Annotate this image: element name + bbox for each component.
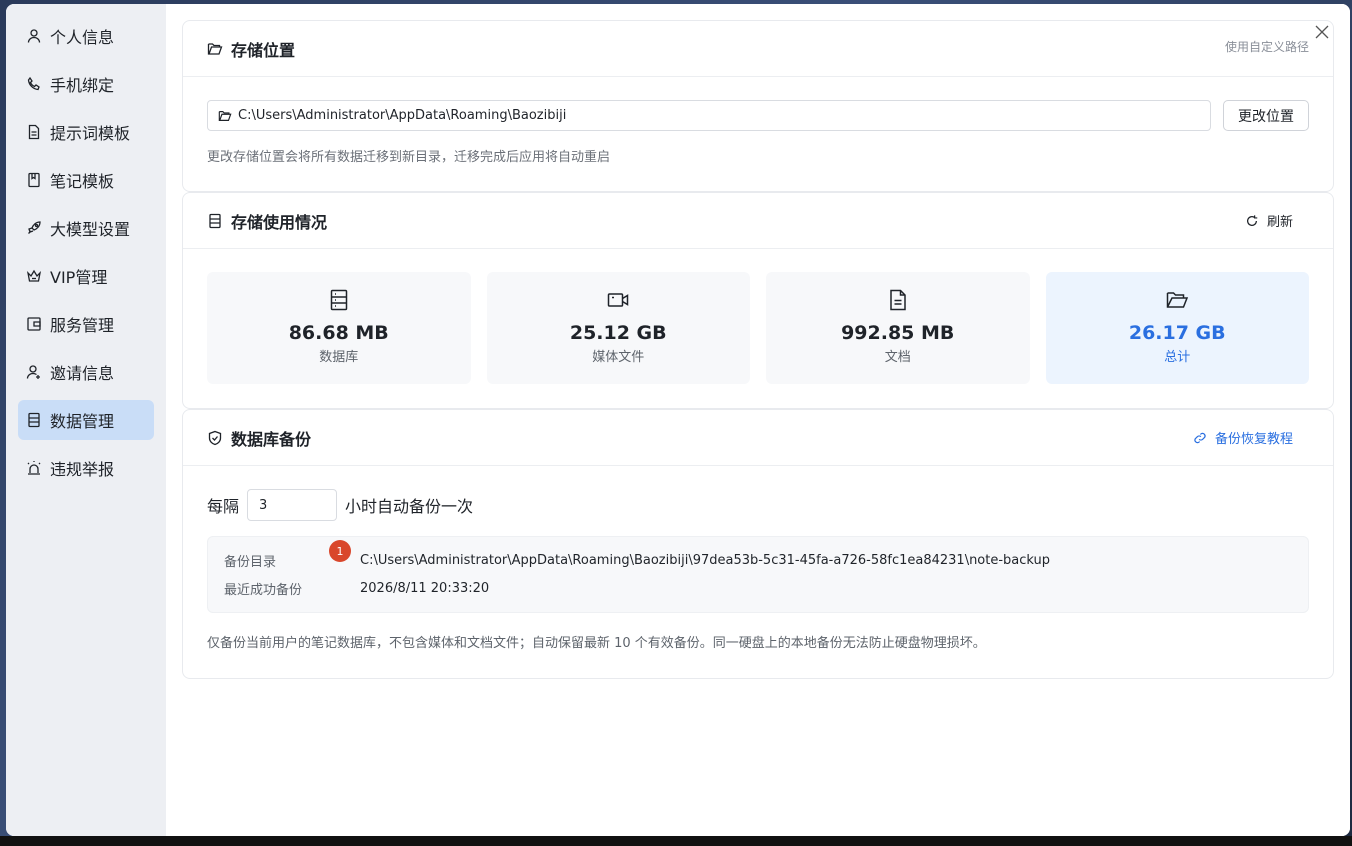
storage-usage-card: 存储使用情况 刷新 86.68 MB 数据库 25.12 GB 媒体文件 992… [182, 192, 1334, 409]
change-location-button[interactable]: 更改位置 [1223, 100, 1309, 131]
link-icon [1194, 432, 1206, 443]
sidebar-item-label: 数据管理 [50, 412, 115, 431]
folder-open-icon [207, 42, 223, 55]
last-backup-value: 2026/8/11 20:33:20 [360, 580, 490, 596]
sidebar-item-services[interactable]: 服务管理 [18, 304, 154, 344]
refresh-icon [1247, 214, 1258, 226]
phone-icon [26, 76, 42, 92]
backup-info-box: 1 备份目录 C:\Users\Administrator\AppData\Ro… [207, 536, 1309, 613]
storage-hint: 更改存储位置会将所有数据迁移到新目录，迁移完成后应用将自动重启 [207, 150, 611, 165]
last-backup-label: 最近成功备份 [224, 582, 303, 598]
storage-location-header: 存储位置 使用自定义路径 [183, 21, 1333, 77]
sidebar-item-note-templates[interactable]: 笔记模板 [18, 160, 154, 200]
sidebar-item-prompt-templates[interactable]: 提示词模板 [18, 112, 154, 152]
database-backup-title: 数据库备份 [207, 426, 311, 450]
rocket-icon [26, 220, 42, 236]
storage-location-title: 存储位置 [207, 37, 295, 61]
sidebar-item-label: 手机绑定 [50, 76, 115, 95]
document-icon [26, 124, 42, 140]
sidebar-item-llm-settings[interactable]: 大模型设置 [18, 208, 154, 248]
stat-database: 86.68 MB 数据库 [207, 272, 471, 384]
usage-stats: 86.68 MB 数据库 25.12 GB 媒体文件 992.85 MB 文档 … [183, 249, 1333, 408]
sidebar-item-label: 违规举报 [50, 460, 115, 479]
user-plus-icon [26, 364, 42, 380]
interval-prefix: 每隔 [207, 497, 240, 516]
storage-usage-title: 存储使用情况 [207, 209, 327, 233]
backup-note: 仅备份当前用户的笔记数据库，不包含媒体和文档文件；自动保留最新 10 个有效备份… [207, 636, 986, 651]
sidebar-item-label: 提示词模板 [50, 124, 131, 143]
stat-media: 25.12 GB 媒体文件 [486, 272, 750, 384]
sidebar-item-invitations[interactable]: 邀请信息 [18, 352, 154, 392]
desktop-taskbar-edge [0, 836, 1352, 846]
sidebar-item-label: 服务管理 [50, 316, 115, 335]
backup-interval-row: 每隔 3 小时自动备份一次 [207, 489, 1309, 521]
notification-badge: 1 [329, 540, 351, 562]
database-backup-header: 数据库备份 备份恢复教程 [183, 410, 1333, 466]
sidebar-item-label: VIP管理 [50, 268, 108, 287]
video-icon [608, 293, 629, 307]
settings-dialog: 个人信息 手机绑定 提示词模板 笔记模板 大模型设置 VIP管理 服务管理 邀请… [6, 4, 1350, 836]
sidebar-item-label: 邀请信息 [50, 364, 115, 383]
close-button[interactable] [1314, 24, 1330, 40]
sidebar-item-phone[interactable]: 手机绑定 [18, 64, 154, 104]
shield-check-icon [208, 430, 222, 445]
custom-path-link[interactable]: 使用自定义路径 [1225, 38, 1309, 55]
database-icon [330, 289, 347, 311]
crown-icon [26, 268, 42, 284]
alarm-icon [26, 460, 42, 476]
sidebar-item-label: 大模型设置 [50, 220, 131, 239]
backup-interval-input[interactable]: 3 [247, 489, 338, 521]
wallet-icon [26, 316, 42, 332]
interval-suffix: 小时自动备份一次 [345, 497, 474, 516]
storage-usage-header: 存储使用情况 刷新 [183, 193, 1333, 249]
storage-location-card: 存储位置 使用自定义路径 C:\Users\Administrator\AppD… [182, 20, 1334, 192]
folder-open-icon [1167, 292, 1189, 308]
user-icon [26, 28, 42, 44]
sidebar-item-profile[interactable]: 个人信息 [18, 16, 154, 56]
sidebar-item-report[interactable]: 违规举报 [18, 448, 154, 488]
backup-tutorial-link[interactable]: 备份恢复教程 [1193, 428, 1293, 447]
main-content: 存储位置 使用自定义路径 C:\Users\Administrator\AppD… [166, 4, 1350, 836]
sidebar: 个人信息 手机绑定 提示词模板 笔记模板 大模型设置 VIP管理 服务管理 邀请… [6, 4, 166, 836]
backup-dir-value: C:\Users\Administrator\AppData\Roaming\B… [360, 552, 1051, 568]
sidebar-item-label: 笔记模板 [50, 172, 115, 191]
sidebar-item-vip[interactable]: VIP管理 [18, 256, 154, 296]
sidebar-item-data-management[interactable]: 数据管理 [18, 400, 154, 440]
database-icon [26, 412, 42, 428]
folder-open-icon [218, 110, 232, 121]
database-icon [209, 213, 221, 228]
file-icon [890, 289, 906, 311]
refresh-button[interactable]: 刷新 [1245, 211, 1293, 230]
stat-documents: 992.85 MB 文档 [766, 272, 1030, 384]
stat-total: 26.17 GB 总计 [1045, 272, 1309, 384]
database-backup-card: 数据库备份 备份恢复教程 每隔 3 小时自动备份一次 1 备份目录 C:\Use… [182, 409, 1334, 679]
notebook-icon [26, 172, 42, 188]
sidebar-item-label: 个人信息 [50, 28, 115, 47]
storage-path-field[interactable]: C:\Users\Administrator\AppData\Roaming\B… [207, 100, 1211, 131]
close-icon [1315, 25, 1329, 39]
